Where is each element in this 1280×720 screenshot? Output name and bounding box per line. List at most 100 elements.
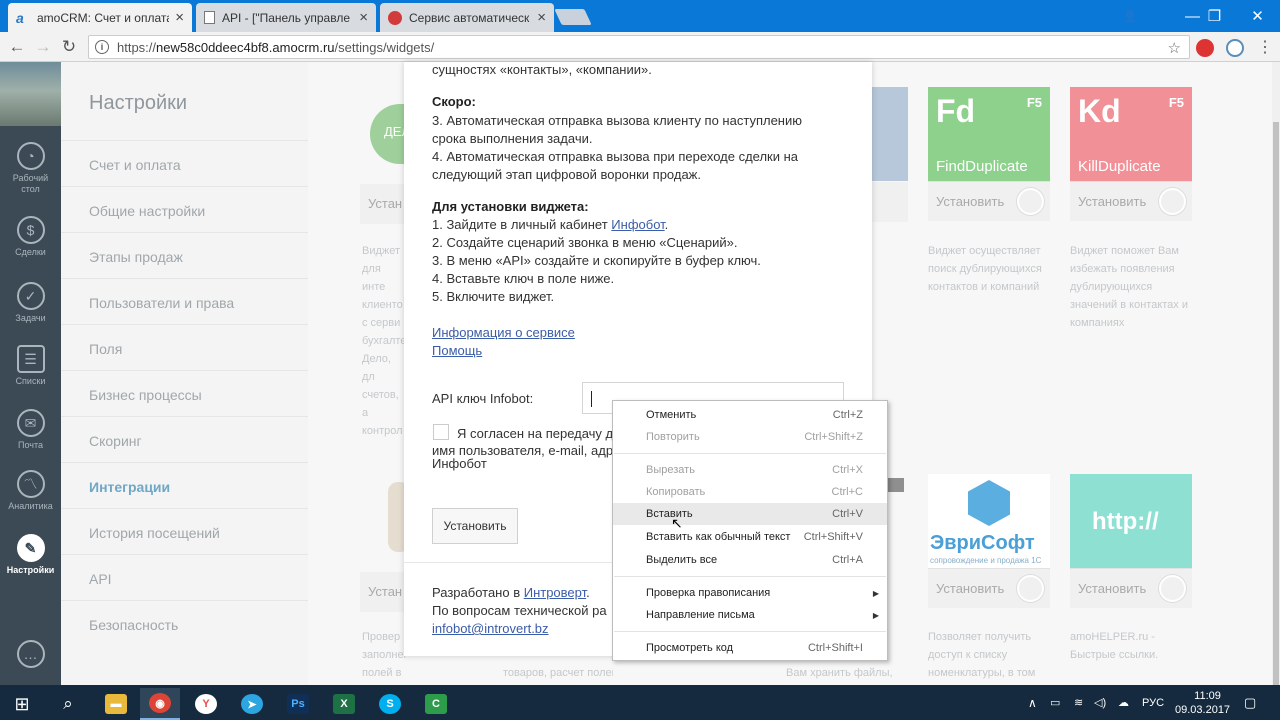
service-info-link[interactable]: Информация о сервисе [432, 324, 575, 342]
widget-badge: F5 [1168, 95, 1184, 110]
search-icon[interactable]: ⌕ [48, 688, 88, 720]
ctx-select-all[interactable]: Выделить все Ctrl+A [613, 549, 887, 571]
widget-install-partial[interactable]: Устан [360, 184, 404, 224]
taskbar-app-yandex[interactable]: Y [186, 688, 226, 720]
settings-item-api[interactable]: API [89, 571, 112, 587]
tab-title: Сервис автоматическ [409, 10, 530, 25]
taskbar-app-skype[interactable]: S [370, 688, 410, 720]
back-button[interactable]: ← [6, 36, 28, 58]
volume-icon[interactable]: ◁) [1094, 685, 1106, 720]
page-scrollbar[interactable] [1272, 62, 1280, 702]
user-icon[interactable]: 👤 [1110, 0, 1150, 32]
sidebar-item-dashboard[interactable]: ◔ Рабочий стол [0, 142, 61, 195]
bookmark-star-icon[interactable]: ☆ [1168, 39, 1181, 57]
start-button[interactable]: ⊞ [2, 688, 42, 720]
taskbar-app-telegram[interactable]: ➤ [232, 688, 272, 720]
close-icon[interactable]: × [175, 9, 184, 26]
infobot-link[interactable]: Инфобот [611, 217, 664, 232]
scrollbar-thumb[interactable] [1273, 122, 1279, 702]
notifications-icon[interactable]: ▢ [1244, 685, 1256, 720]
toggle-icon[interactable] [1017, 188, 1044, 215]
ctx-inspect[interactable]: Просмотреть код Ctrl+Shift+I [613, 637, 887, 659]
toggle-icon[interactable] [1159, 575, 1186, 602]
tab-api[interactable]: API - ["Панель управле × [196, 3, 376, 32]
settings-item-history[interactable]: История посещений [89, 525, 220, 541]
widget-install-partial[interactable]: Устан [360, 572, 404, 612]
consent-checkbox[interactable] [433, 424, 449, 440]
clock[interactable]: 11:09 09.03.2017 [1175, 685, 1230, 720]
help-link[interactable]: Помощь [432, 342, 482, 360]
ctx-spellcheck[interactable]: Проверка правописания ▶ [613, 582, 887, 604]
ctx-undo[interactable]: Отменить Ctrl+Z [613, 404, 887, 426]
widget-card-evrisoft[interactable]: ЭвриСофт сопровождение и продажа 1С Уста… [928, 474, 1050, 608]
settings-item-scoring[interactable]: Скоринг [89, 433, 142, 449]
ctx-redo[interactable]: Повторить Ctrl+Shift+Z [613, 426, 887, 448]
widget-card-amohelper[interactable]: http:// Установить [1070, 474, 1192, 608]
install-button[interactable]: Установить [432, 508, 518, 544]
ctx-writing-direction[interactable]: Направление письма ▶ [613, 604, 887, 626]
settings-item-pipeline[interactable]: Этапы продаж [89, 249, 183, 265]
consent-text: Я согласен на передачу д [457, 426, 614, 441]
support-email-link[interactable]: infobot@introvert.bz [432, 620, 549, 638]
install-label: Установить [936, 581, 1005, 596]
sidebar-item-lists[interactable]: ☰ Списки [0, 345, 61, 386]
ctx-paste-plain[interactable]: Вставить как обычный текст Ctrl+Shift+V [613, 526, 887, 548]
tab-infobot[interactable]: Сервис автоматическ × [380, 3, 554, 32]
taskbar-app-c[interactable]: C [416, 688, 456, 720]
ctx-copy[interactable]: Копировать Ctrl+C [613, 481, 887, 503]
sidebar-item-mail[interactable]: ✉ Почта [0, 409, 61, 450]
taskbar-app-photoshop[interactable]: Ps [278, 688, 318, 720]
toggle-icon[interactable] [1159, 188, 1186, 215]
battery-icon[interactable]: ▭ [1050, 685, 1060, 720]
address-bar[interactable]: i https://new58c0ddeec4bf8.amocrm.ru/set… [88, 35, 1190, 59]
network-icon[interactable]: ☁ [1118, 685, 1129, 720]
settings-item-integrations[interactable]: Интеграции [89, 479, 170, 495]
language-indicator[interactable]: РУС [1142, 685, 1164, 720]
extension-icon[interactable] [1226, 39, 1244, 57]
close-window-button[interactable]: ✕ [1235, 0, 1280, 32]
menu-icon[interactable]: ⋮ [1254, 36, 1276, 58]
sidebar-item-tasks[interactable]: ✓ Задачи [0, 282, 61, 323]
widget-install-button[interactable]: Установить [1070, 181, 1192, 221]
widget-install-button[interactable]: Установить [928, 568, 1050, 608]
wifi-icon[interactable]: ≋ [1074, 685, 1083, 720]
divider [61, 554, 308, 555]
adblock-icon[interactable] [1196, 39, 1214, 57]
widget-install-button[interactable]: Установить [1070, 568, 1192, 608]
taskbar-app-excel[interactable]: X [324, 688, 364, 720]
sidebar-item-settings[interactable]: ✎ Настройки [0, 534, 61, 575]
sidebar-item-analytics[interactable]: 〽 Аналитика [0, 470, 61, 511]
settings-item-security[interactable]: Безопасность [89, 617, 178, 633]
settings-item-processes[interactable]: Бизнес процессы [89, 387, 202, 403]
taskbar-app-chrome[interactable]: ◉ [140, 688, 180, 720]
taskbar-app-explorer[interactable]: ▬ [96, 688, 136, 720]
settings-item-fields[interactable]: Поля [89, 341, 122, 357]
ctx-paste[interactable]: Вставить Ctrl+V ↖ [613, 503, 887, 531]
close-icon[interactable]: × [359, 9, 368, 26]
soon-line: 4. Автоматическая отправка вызова при пе… [432, 149, 799, 164]
widget-install-circle[interactable] [872, 182, 908, 222]
restore-button[interactable]: ❐ [1192, 0, 1237, 32]
chat-button[interactable]: … [0, 640, 61, 671]
info-icon[interactable]: i [95, 40, 109, 54]
settings-item-users[interactable]: Пользователи и права [89, 295, 234, 311]
settings-item-billing[interactable]: Счет и оплата [89, 157, 181, 173]
sidebar-item-deals[interactable]: $ Сделки [0, 216, 61, 257]
widget-install-button[interactable]: Установить [928, 181, 1050, 221]
ctx-cut[interactable]: Вырезать Ctrl+X [613, 459, 887, 481]
introvert-link[interactable]: Интроверт [524, 585, 586, 600]
close-icon[interactable]: × [537, 9, 546, 26]
tray-arrow-icon[interactable]: ∧ [1028, 685, 1037, 720]
forward-button[interactable]: → [32, 36, 54, 58]
widget-description: Вам хранить файлы, [786, 667, 893, 679]
divider [61, 186, 308, 187]
settings-item-general[interactable]: Общие настройки [89, 203, 205, 219]
widget-name: FindDuplicate [936, 158, 1028, 175]
toggle-icon[interactable] [1017, 575, 1044, 602]
widget-card-killduplicate[interactable]: Kd F5 KillDuplicate Установить [1070, 87, 1192, 221]
reload-button[interactable]: ↻ [58, 36, 80, 58]
sidebar-item-label: Аналитика [8, 501, 53, 511]
new-tab-button[interactable] [554, 9, 592, 25]
widget-card-findduplicate[interactable]: Fd F5 FindDuplicate Установить [928, 87, 1050, 221]
tab-amocrm[interactable]: a amoCRM: Счет и оплата × [8, 3, 192, 32]
